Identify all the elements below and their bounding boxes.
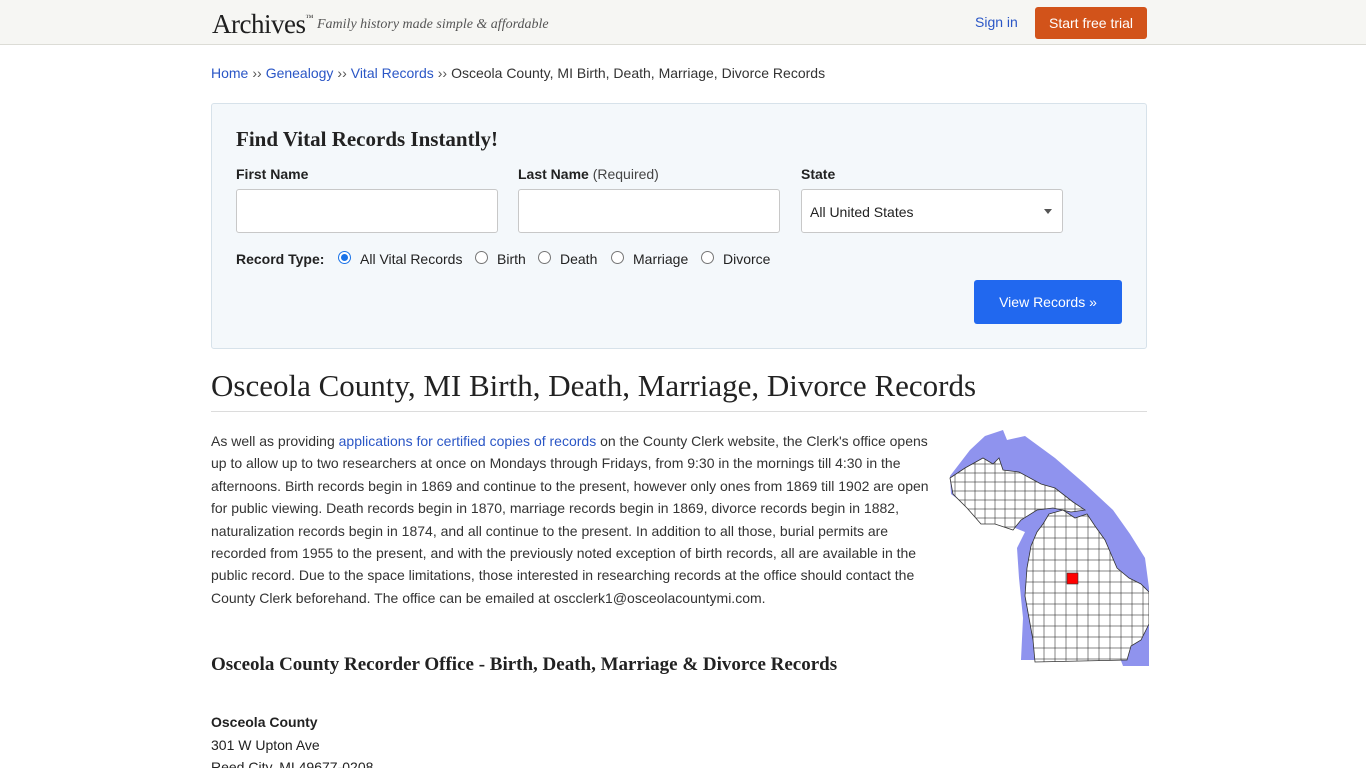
breadcrumb-separator: ›› [337, 65, 347, 81]
required-note: (Required) [592, 166, 659, 182]
office-heading: Osceola County Recorder Office - Birth, … [211, 654, 838, 675]
site-tagline: Family history made simple & affordable [317, 17, 549, 32]
logo-trademark: ™ [305, 13, 313, 22]
site-logo[interactable]: Archives™ [212, 9, 313, 40]
radio-icon[interactable] [538, 251, 551, 264]
state-label: State [801, 166, 836, 182]
search-form: Find Vital Records Instantly! First Name… [211, 103, 1147, 349]
certified-copies-link[interactable]: applications for certified copies of rec… [339, 433, 597, 449]
breadcrumb: Home ›› Genealogy ›› Vital Records ›› Osceola … [211, 65, 825, 81]
radio-label: Birth [497, 251, 526, 267]
radio-label: Divorce [723, 251, 771, 267]
intro-text-start: As well as providing [211, 433, 339, 449]
first-name-label: First Name [236, 166, 309, 182]
search-title: Find Vital Records Instantly! [236, 127, 498, 151]
breadcrumb-genealogy[interactable]: Genealogy [266, 65, 334, 81]
top-bar: Archives™ Family history made simple & a… [0, 0, 1366, 45]
radio-selected-icon[interactable] [338, 251, 351, 264]
logo-text: Archives [212, 9, 306, 39]
breadcrumb-separator: ›› [437, 65, 448, 81]
view-records-button[interactable]: View Records » [974, 280, 1122, 324]
intro-paragraph: As well as providing applications for ce… [211, 430, 933, 609]
radio-icon[interactable] [475, 251, 488, 264]
first-name-input[interactable] [236, 189, 498, 233]
last-name-label-text: Last Name [518, 166, 589, 182]
radio-label: Marriage [633, 251, 689, 267]
start-free-trial-button[interactable]: Start free trial [1035, 7, 1147, 39]
last-name-input[interactable] [518, 189, 780, 233]
michigan-county-map [949, 430, 1149, 666]
office-address-line2: Reed City, MI 49677-0208 [211, 759, 374, 768]
radio-icon[interactable] [611, 251, 624, 264]
top-bar-inner: Archives™ Family history made simple & a… [211, 0, 1155, 44]
state-select[interactable]: All United States [801, 189, 1063, 233]
record-type-label: Record Type: [236, 251, 325, 267]
osceola-county-highlight [1066, 572, 1079, 585]
sign-in-link[interactable]: Sign in [975, 14, 1018, 30]
intro-text-rest: on the County Clerk website, the Clerk's… [211, 433, 929, 606]
office-name: Osceola County [211, 714, 318, 730]
breadcrumb-current: Osceola County, MI Birth, Death, Marriag… [451, 65, 826, 81]
office-address-line1: 301 W Upton Ave [211, 737, 320, 753]
radio-icon[interactable] [701, 251, 714, 264]
title-divider [211, 411, 1147, 412]
breadcrumb-separator: ›› [252, 65, 262, 81]
page-title: Osceola County, MI Birth, Death, Marriag… [211, 368, 977, 403]
last-name-label: Last Name (Required) [518, 166, 659, 182]
radio-label: Death [560, 251, 598, 267]
breadcrumb-vital-records[interactable]: Vital Records [351, 65, 434, 81]
caret-down-icon [1044, 209, 1052, 214]
breadcrumb-home[interactable]: Home [211, 65, 248, 81]
radio-label: All Vital Records [360, 251, 463, 267]
lower-peninsula [1024, 509, 1149, 663]
state-select-value: All United States [810, 204, 914, 220]
